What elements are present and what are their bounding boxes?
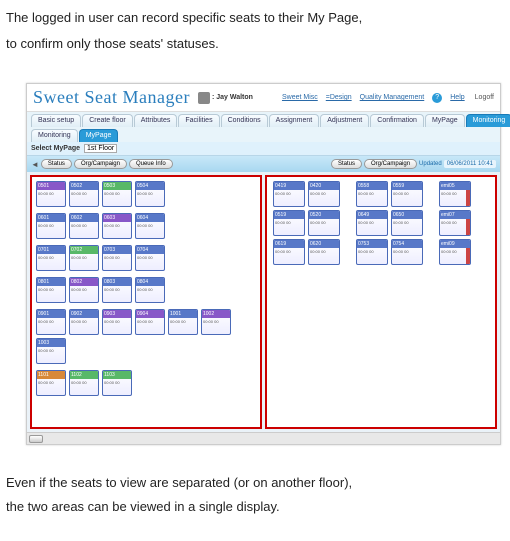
seat-0503[interactable]: 050300:00 00 bbox=[102, 181, 132, 207]
nav-prev-icon[interactable]: ◄ bbox=[31, 160, 39, 169]
link-design[interactable]: =Design bbox=[326, 94, 352, 101]
link-quality-management[interactable]: Quality Management bbox=[360, 94, 425, 101]
mypage-select-bar: Select MyPage 1st Floor bbox=[27, 142, 500, 156]
seat-0604[interactable]: 060400:00 00 bbox=[135, 213, 165, 239]
seat-grid-right: 041900:00 00 051900:00 00 061900:00 00 042… bbox=[267, 177, 495, 269]
horizontal-scrollbar[interactable] bbox=[27, 432, 500, 444]
tab-mypage[interactable]: MyPage bbox=[425, 114, 465, 127]
seat-0419[interactable]: 041900:00 00 bbox=[273, 181, 305, 207]
seat-panel-left: 050100:00 00050200:00 00050300:00 000504… bbox=[30, 175, 262, 429]
seat-0504[interactable]: 050400:00 00 bbox=[135, 181, 165, 207]
seat-1003[interactable]: 100300:00 00 bbox=[36, 338, 66, 364]
tab-conditions[interactable]: Conditions bbox=[221, 114, 268, 127]
seat-1102[interactable]: 110200:00 00 bbox=[69, 370, 99, 396]
updated-timestamp: 06/06/2011 10:41 bbox=[444, 160, 496, 168]
seat-0804[interactable]: 080400:00 00 bbox=[135, 277, 165, 303]
seat-1001[interactable]: 100100:00 00 bbox=[168, 309, 198, 335]
subtab-mypage[interactable]: MyPage bbox=[79, 129, 119, 142]
link-help[interactable]: Help bbox=[450, 94, 464, 101]
seat-0801[interactable]: 080100:00 00 bbox=[36, 277, 66, 303]
seat-emi09[interactable]: emi0900:00 00 bbox=[439, 239, 471, 265]
tab-attributes[interactable]: Attributes bbox=[134, 114, 178, 127]
link-sweet-misc[interactable]: Sweet Misc bbox=[282, 94, 318, 101]
seat-0649[interactable]: 064900:00 00 bbox=[356, 210, 388, 236]
tab-row-sub: MonitoringMyPage bbox=[27, 127, 500, 142]
queue-info-button[interactable]: Queue Info bbox=[129, 159, 173, 169]
tab-adjustment[interactable]: Adjustment bbox=[320, 114, 369, 127]
tab-facilities[interactable]: Facilities bbox=[178, 114, 219, 127]
seat-1002[interactable]: 100200:00 00 bbox=[201, 309, 231, 335]
user-name: : Jay Walton bbox=[212, 94, 253, 101]
seat-0701[interactable]: 070100:00 00 bbox=[36, 245, 66, 271]
app-header: Sweet Seat Manager : Jay Walton Sweet Mi… bbox=[27, 84, 500, 112]
caption-top-2: to confirm only those seats' statuses. bbox=[6, 34, 504, 54]
seat-0754[interactable]: 075400:00 00 bbox=[391, 239, 423, 265]
tab-monitoring[interactable]: Monitoring bbox=[466, 114, 510, 127]
seat-group: emi0500:00 00 emi0700:00 00 emi0900:00 00 bbox=[439, 181, 471, 265]
tab-row-main: Basic setupCreate floorAttributesFacilit… bbox=[27, 112, 500, 127]
caption-bottom-1: Even if the seats to view are separated … bbox=[6, 473, 504, 493]
seat-0558[interactable]: 055800:00 00 bbox=[356, 181, 388, 207]
seat-0902[interactable]: 090200:00 00 bbox=[69, 309, 99, 335]
seat-0501[interactable]: 050100:00 00 bbox=[36, 181, 66, 207]
seat-0650[interactable]: 065000:00 00 bbox=[391, 210, 423, 236]
header-links: Sweet Misc =Design Quality Management ? … bbox=[282, 93, 494, 103]
tab-confirmation[interactable]: Confirmation bbox=[370, 114, 424, 127]
help-icon[interactable]: ? bbox=[432, 93, 442, 103]
seat-0602[interactable]: 060200:00 00 bbox=[69, 213, 99, 239]
seat-1101[interactable]: 110100:00 00 bbox=[36, 370, 66, 396]
status-button-left[interactable]: Status bbox=[41, 159, 72, 169]
caption-bottom-2: the two areas can be viewed in a single … bbox=[6, 497, 504, 517]
mypage-select-label: Select MyPage bbox=[31, 145, 80, 152]
seat-0520[interactable]: 052000:00 00 bbox=[308, 210, 340, 236]
seat-0519[interactable]: 051900:00 00 bbox=[273, 210, 305, 236]
seat-0904[interactable]: 090400:00 00 bbox=[135, 309, 165, 335]
org-campaign-button-right[interactable]: Org/Campaign bbox=[364, 159, 417, 169]
seat-0753[interactable]: 075300:00 00 bbox=[356, 239, 388, 265]
user-icon bbox=[198, 92, 210, 104]
tab-basic-setup[interactable]: Basic setup bbox=[31, 114, 81, 127]
seat-0704[interactable]: 070400:00 00 bbox=[135, 245, 165, 271]
seat-0802[interactable]: 080200:00 00 bbox=[69, 277, 99, 303]
app-title: Sweet Seat Manager bbox=[33, 87, 190, 108]
caption-top-1: The logged in user can record specific s… bbox=[6, 8, 504, 28]
link-logoff[interactable]: Logoff bbox=[475, 94, 494, 101]
tab-create-floor[interactable]: Create floor bbox=[82, 114, 133, 127]
tab-assignment[interactable]: Assignment bbox=[269, 114, 320, 127]
seat-canvas: 050100:00 00050200:00 00050300:00 000504… bbox=[27, 172, 500, 432]
seat-0619[interactable]: 061900:00 00 bbox=[273, 239, 305, 265]
seat-0903[interactable]: 090300:00 00 bbox=[102, 309, 132, 335]
seat-panel-right: 041900:00 00 051900:00 00 061900:00 00 042… bbox=[265, 175, 497, 429]
seat-0502[interactable]: 050200:00 00 bbox=[69, 181, 99, 207]
subtab-monitoring[interactable]: Monitoring bbox=[31, 129, 78, 142]
seat-group: 055800:00 00 064900:00 00 075300:00 00 055… bbox=[356, 181, 423, 265]
seat-0603[interactable]: 060300:00 00 bbox=[102, 213, 132, 239]
seat-0620[interactable]: 062000:00 00 bbox=[308, 239, 340, 265]
seat-0803[interactable]: 080300:00 00 bbox=[102, 277, 132, 303]
seat-grid-left: 050100:00 00050200:00 00050300:00 000504… bbox=[32, 177, 260, 400]
seat-emi05[interactable]: emi0500:00 00 bbox=[439, 181, 471, 207]
seat-0703[interactable]: 070300:00 00 bbox=[102, 245, 132, 271]
seat-0601[interactable]: 060100:00 00 bbox=[36, 213, 66, 239]
status-button-right[interactable]: Status bbox=[331, 159, 362, 169]
app-window: Sweet Seat Manager : Jay Walton Sweet Mi… bbox=[26, 83, 501, 445]
seat-0901[interactable]: 090100:00 00 bbox=[36, 309, 66, 335]
scrollbar-thumb[interactable] bbox=[29, 435, 43, 443]
seat-0420[interactable]: 042000:00 00 bbox=[308, 181, 340, 207]
seat-emi07[interactable]: emi0700:00 00 bbox=[439, 210, 471, 236]
panel-toolbar: ◄ Status Org/Campaign Queue Info Status … bbox=[27, 156, 500, 172]
seat-0702[interactable]: 070200:00 00 bbox=[69, 245, 99, 271]
seat-1103[interactable]: 110300:00 00 bbox=[102, 370, 132, 396]
mypage-select[interactable]: 1st Floor bbox=[84, 144, 117, 153]
seat-group: 041900:00 00 051900:00 00 061900:00 00 042… bbox=[273, 181, 340, 265]
org-campaign-button-left[interactable]: Org/Campaign bbox=[74, 159, 127, 169]
updated-label: Updated bbox=[419, 161, 442, 167]
seat-0559[interactable]: 055900:00 00 bbox=[391, 181, 423, 207]
